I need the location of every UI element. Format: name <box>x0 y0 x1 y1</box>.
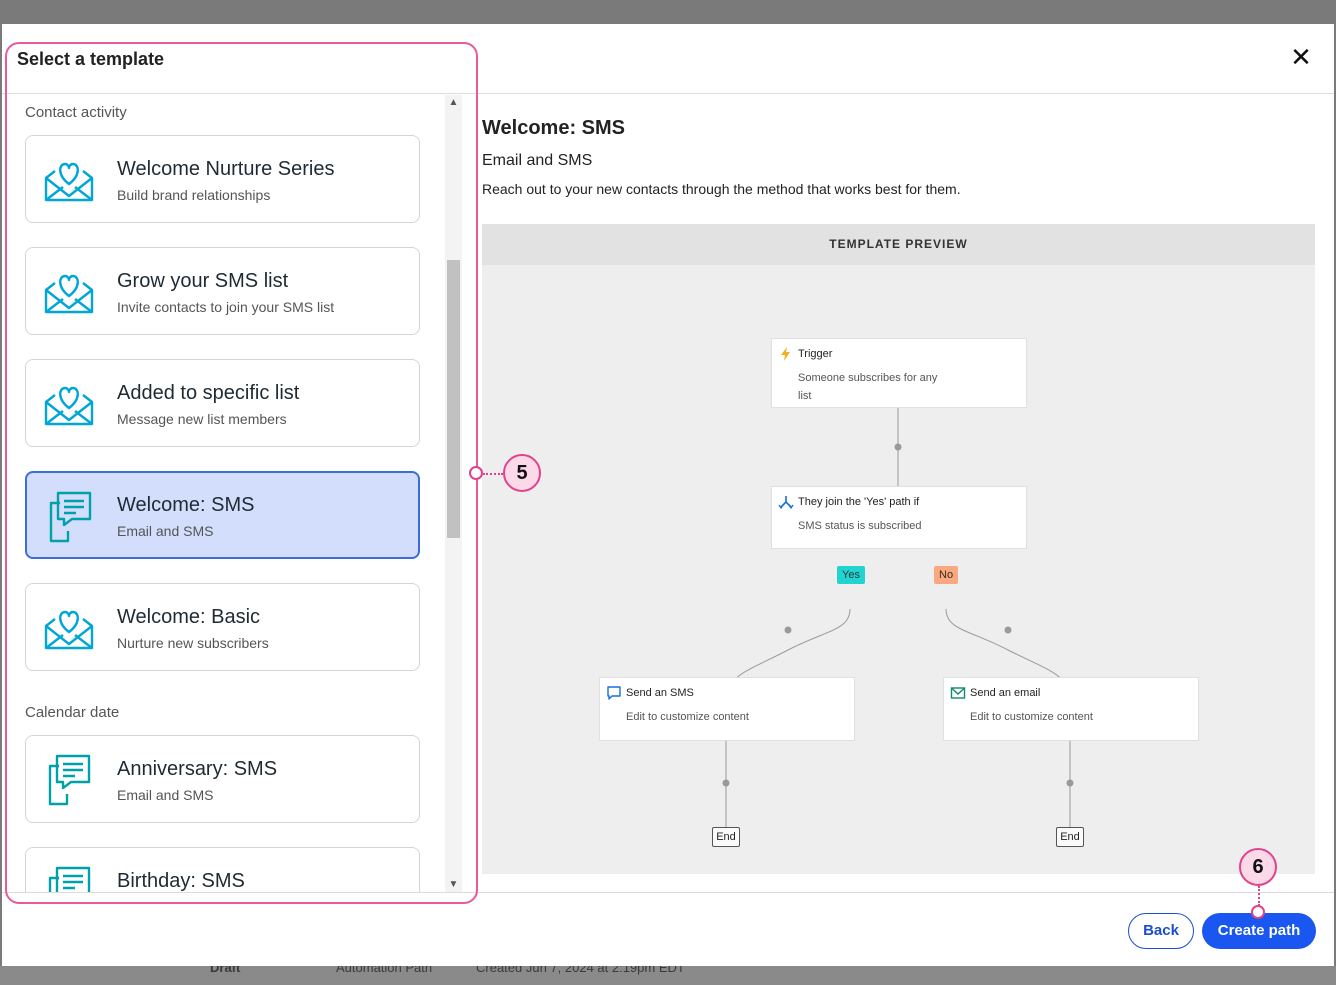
node-subtitle: Someone subscribes for any list <box>798 369 937 405</box>
flow-end-node-email: End <box>1056 827 1084 847</box>
callout-5: 5 <box>503 454 541 492</box>
card-subtitle: Build brand relationships <box>117 187 271 203</box>
callout-anchor-5 <box>469 466 483 480</box>
envelope-heart-icon <box>44 162 94 202</box>
detail-description: Reach out to your new contacts through t… <box>482 181 961 197</box>
flow-send-sms-node[interactable]: Send an SMS Edit to customize content <box>599 677 855 741</box>
section-label-calendar-date: Calendar date <box>25 704 120 721</box>
select-template-modal: Select a template ✕ Contact activity Wel… <box>2 24 1334 966</box>
trigger-line2: list <box>798 390 812 402</box>
phone-chat-icon <box>48 866 91 893</box>
trigger-line1: Someone subscribes for any <box>798 372 938 384</box>
node-title: Send an email <box>970 687 1041 699</box>
node-title: They join the 'Yes' path if <box>798 496 920 508</box>
card-title: Welcome: SMS <box>117 494 255 516</box>
template-card-birthday-sms[interactable]: Birthday: SMS <box>25 847 420 893</box>
envelope-heart-icon <box>44 610 94 650</box>
scroll-thumb[interactable] <box>447 260 460 538</box>
callout-6: 6 <box>1239 848 1277 886</box>
lightning-icon <box>781 347 790 361</box>
template-list-scrollbar[interactable]: ▲ ▼ <box>445 95 462 893</box>
yes-path-tag: Yes <box>837 566 865 584</box>
callout-connector-6 <box>1258 886 1260 906</box>
template-card-grow-sms-list[interactable]: Grow your SMS list Invite contacts to jo… <box>25 247 420 335</box>
envelope-heart-icon <box>44 386 94 426</box>
callout-anchor-6 <box>1251 905 1265 919</box>
backdrop-bottom: Draft Automation Path Created Jun 7, 202… <box>0 966 1336 985</box>
node-subtitle: Edit to customize content <box>626 711 749 723</box>
chat-bubble-icon <box>607 686 621 700</box>
template-card-welcome-sms[interactable]: Welcome: SMS Email and SMS <box>25 471 420 559</box>
node-title: Trigger <box>798 348 833 360</box>
phone-chat-icon <box>49 491 92 543</box>
template-card-anniversary-sms[interactable]: Anniversary: SMS Email and SMS <box>25 735 420 823</box>
branch-icon <box>778 496 794 510</box>
modal-title: Select a template <box>17 49 165 69</box>
card-title: Welcome: Basic <box>117 606 261 628</box>
card-title: Added to specific list <box>117 382 300 404</box>
template-preview: TEMPLATE PREVIEW Trigger Someone subscri… <box>482 224 1315 874</box>
node-subtitle: Edit to customize content <box>970 711 1093 723</box>
modal-header: Select a template ✕ <box>2 24 1334 94</box>
card-subtitle: Invite contacts to join your SMS list <box>117 299 335 315</box>
close-icon[interactable]: ✕ <box>1288 44 1314 70</box>
card-subtitle: Email and SMS <box>117 787 214 803</box>
card-subtitle: Message new list members <box>117 411 287 427</box>
detail-subtitle: Email and SMS <box>482 152 593 169</box>
card-subtitle: Email and SMS <box>117 523 214 539</box>
back-button[interactable]: Back <box>1128 913 1194 949</box>
card-title: Birthday: SMS <box>117 870 245 892</box>
preview-header: TEMPLATE PREVIEW <box>482 224 1315 265</box>
template-card-welcome-basic[interactable]: Welcome: Basic Nurture new subscribers <box>25 583 420 671</box>
phone-chat-icon <box>48 754 91 806</box>
flow-condition-node[interactable]: They join the 'Yes' path if SMS status i… <box>771 486 1027 549</box>
flow-end-node-sms: End <box>712 827 740 847</box>
card-subtitle: Nurture new subscribers <box>117 635 269 651</box>
scroll-down-arrow-icon[interactable]: ▼ <box>445 877 462 893</box>
detail-title: Welcome: SMS <box>482 117 625 139</box>
envelope-heart-icon <box>44 274 94 314</box>
template-card-welcome-nurture-series[interactable]: Welcome Nurture Series Build brand relat… <box>25 135 420 223</box>
modal-footer: Back Create path <box>2 892 1334 966</box>
scroll-up-arrow-icon[interactable]: ▲ <box>445 95 462 111</box>
template-card-added-to-specific-list[interactable]: Added to specific list Message new list … <box>25 359 420 447</box>
backdrop-top <box>0 0 1336 24</box>
flow-trigger-node[interactable]: Trigger Someone subscribes for any list <box>771 338 1027 408</box>
card-title: Grow your SMS list <box>117 270 289 292</box>
backdrop-created: Created Jun 7, 2024 at 2:19pm EDT <box>476 966 685 975</box>
backdrop-type: Automation Path <box>336 966 433 975</box>
callout-connector-5 <box>483 473 503 475</box>
node-subtitle: SMS status is subscribed <box>798 520 922 532</box>
backdrop-status: Draft <box>210 966 241 975</box>
template-list: Contact activity Welcome Nurture Series … <box>2 95 462 893</box>
node-title: Send an SMS <box>626 687 694 699</box>
flow-send-email-node[interactable]: Send an email Edit to customize content <box>943 677 1199 741</box>
card-title: Anniversary: SMS <box>117 758 278 780</box>
card-title: Welcome Nurture Series <box>117 158 335 180</box>
no-path-tag: No <box>934 566 959 584</box>
envelope-icon <box>950 687 966 699</box>
section-label-contact-activity: Contact activity <box>25 104 127 121</box>
